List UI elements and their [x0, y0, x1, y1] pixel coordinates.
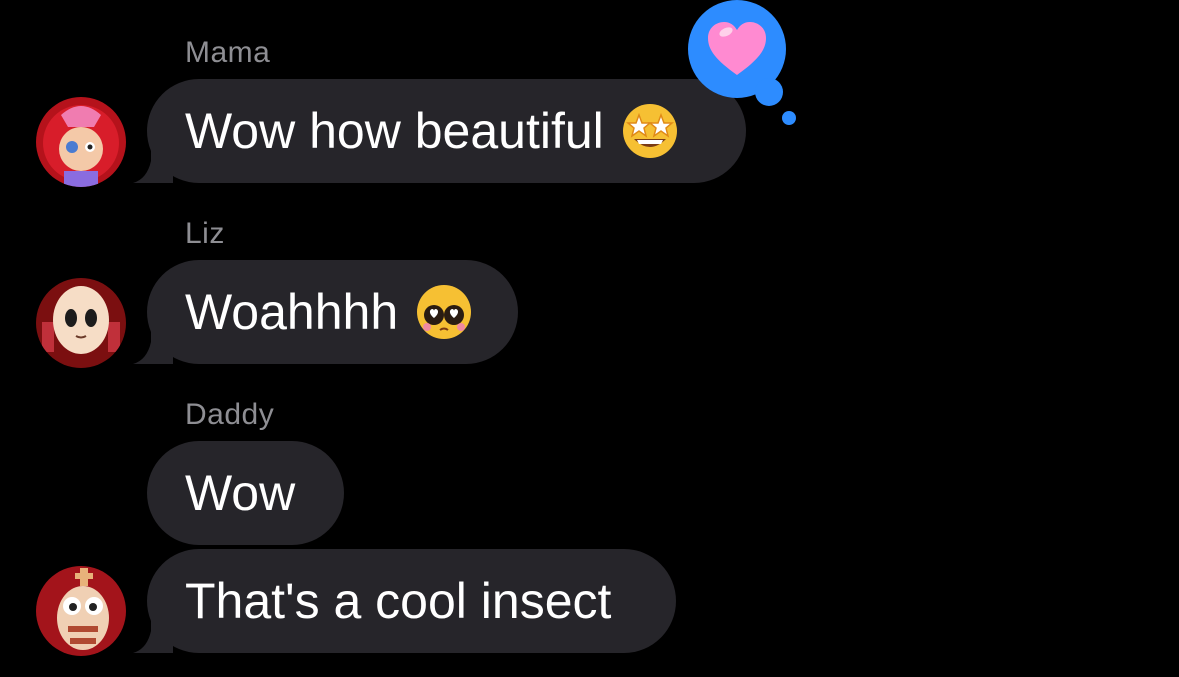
- sender-name-liz: Liz: [185, 217, 225, 250]
- message-bubble-3[interactable]: Wow: [147, 441, 344, 545]
- bubble-tail: [133, 330, 173, 364]
- message-text: That's a cool insect: [185, 573, 612, 629]
- sender-name-daddy: Daddy: [185, 398, 275, 431]
- message-bubble-4[interactable]: That's a cool insect: [133, 549, 676, 653]
- bubble-tail: [133, 619, 173, 653]
- message-bubble-1[interactable]: Wow how beautiful: [133, 79, 746, 183]
- message-bubble-2[interactable]: Woahhhh: [133, 260, 518, 364]
- star-struck-emoji: [622, 104, 677, 158]
- jester-avatar[interactable]: [36, 566, 126, 656]
- heart-reaction-tapback[interactable]: [686, 0, 806, 130]
- mannequin-avatar[interactable]: [36, 278, 126, 368]
- sender-name-mama: Mama: [185, 36, 271, 69]
- pleading-face-emoji: [417, 285, 472, 339]
- message-text: Wow how beautiful: [185, 103, 604, 159]
- message-text: Woahhhh: [185, 284, 399, 340]
- ragdoll-avatar[interactable]: [36, 97, 126, 187]
- message-text: Wow: [185, 465, 296, 521]
- bubble-tail: [133, 149, 173, 183]
